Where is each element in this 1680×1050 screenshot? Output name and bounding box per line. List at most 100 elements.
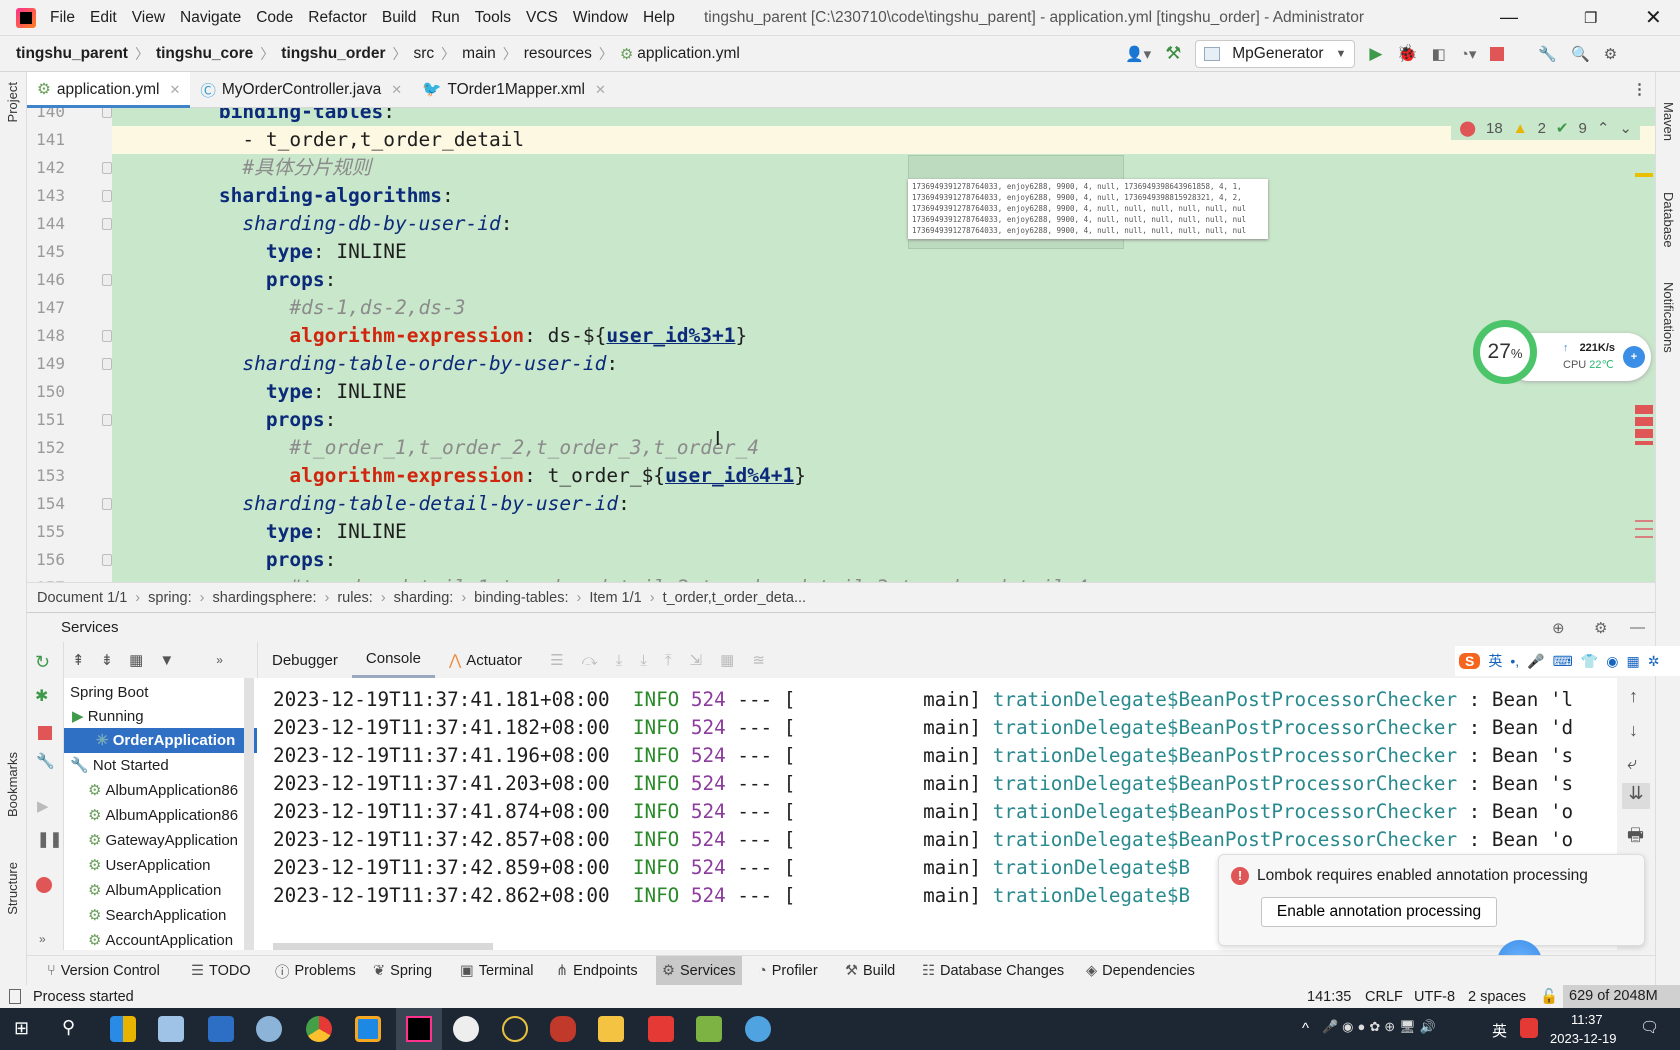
structure-crumb[interactable]: binding-tables: <box>474 590 568 606</box>
app-icon-6[interactable] <box>355 1016 381 1042</box>
gear-icon[interactable]: ⚙ <box>1604 45 1617 63</box>
more-tabs-icon[interactable]: ⋮ <box>1632 80 1647 98</box>
tab-application-yml[interactable]: ⚙ application.yml ✕ <box>27 71 191 108</box>
intellij-logo[interactable] <box>16 7 36 28</box>
tree-app-item[interactable]: ⚙ AlbumApplication86 <box>88 803 238 828</box>
menu-icon[interactable]: ☰ <box>550 651 563 669</box>
tool-window-spring[interactable]: ❦ Spring <box>367 956 438 986</box>
tree-scrollbar[interactable] <box>244 678 254 950</box>
settings-wrench-icon[interactable]: 🔧 <box>1538 45 1557 63</box>
lock-icon[interactable]: 🔓 <box>1540 988 1558 1005</box>
app-icon-9[interactable] <box>502 1016 528 1042</box>
enable-annotation-processing-button[interactable]: Enable annotation processing <box>1261 897 1497 927</box>
build-hammer-icon[interactable]: ⚒ <box>1165 43 1181 64</box>
structure-crumb[interactable]: Document 1/1 <box>37 590 127 606</box>
scroll-to-end-icon[interactable]: ⇊ <box>1622 783 1650 809</box>
fold-marker-icon[interactable] <box>102 162 112 174</box>
structure-crumb[interactable]: shardingsphere: <box>213 590 317 606</box>
clock-date[interactable]: 2023-12-19 <box>1550 1031 1617 1046</box>
console-horizontal-scrollbar[interactable] <box>273 943 493 950</box>
scroll-up-icon[interactable]: ↑ <box>1629 686 1638 707</box>
coverage-icon[interactable]: ◧ <box>1432 45 1446 63</box>
tree-running[interactable]: ▶ Running <box>72 704 144 729</box>
app-icon-14[interactable] <box>745 1016 771 1042</box>
code-line[interactable]: #t_order_detail_1,t_order_detail_2,t_ord… <box>112 574 1655 582</box>
next-highlight-icon[interactable]: ⌄ <box>1619 119 1632 137</box>
user-icon[interactable]: 👤▾ <box>1125 45 1151 63</box>
tab-actuator[interactable]: ⋀ Actuator <box>435 642 536 678</box>
force-step-into-icon[interactable]: ⤓ <box>640 652 647 669</box>
app-icon-2[interactable] <box>158 1016 184 1042</box>
breadcrumb-item[interactable]: tingshu_core <box>156 45 253 63</box>
tab-myordercontroller-java[interactable]: Ⓒ MyOrderController.java ✕ <box>190 72 412 108</box>
bookmarks-tool-button[interactable]: Bookmarks <box>5 752 20 817</box>
close-tab-icon[interactable]: ✕ <box>595 82 606 98</box>
code-line[interactable]: - t_order,t_order_detail <box>112 126 1655 154</box>
tab-debugger[interactable]: Debugger <box>258 642 352 678</box>
intellij-taskbar-icon[interactable] <box>396 1008 442 1050</box>
tree-app-item[interactable]: ⚙ AlbumApplication <box>88 878 221 903</box>
tray-ime-language[interactable]: 英 <box>1492 1020 1507 1041</box>
fold-marker-icon[interactable] <box>102 330 112 342</box>
structure-crumb[interactable]: spring: <box>148 590 192 606</box>
run-config-select[interactable]: MpGenerator ▼ <box>1195 39 1356 68</box>
chrome-icon[interactable] <box>306 1016 332 1042</box>
soft-wrap-icon[interactable]: ⤶ <box>1627 753 1637 774</box>
target-icon[interactable]: ⊕ <box>1552 619 1565 637</box>
notifications-tool-button[interactable]: Notifications <box>1661 282 1676 353</box>
tree-app-item[interactable]: ⚙ AlbumApplication86 <box>88 778 238 803</box>
menu-edit[interactable]: Edit <box>90 9 117 27</box>
tool-window-todo[interactable]: ☰ TODO <box>185 956 257 986</box>
wechat-icon[interactable] <box>453 1016 479 1042</box>
code-line[interactable]: #t_order_1,t_order_2,t_order_3,t_order_4 <box>112 434 1655 462</box>
fold-marker-icon[interactable] <box>102 218 112 230</box>
menu-refactor[interactable]: Refactor <box>308 9 367 27</box>
memory-indicator[interactable]: 629 of 2048M <box>1563 985 1680 1008</box>
breakpoints-icon[interactable] <box>36 877 52 893</box>
scroll-down-icon[interactable]: ↓ <box>1629 720 1638 741</box>
tool-window-database-changes[interactable]: ☷ Database Changes <box>916 956 1070 986</box>
maven-tool-button[interactable]: Maven <box>1661 102 1676 141</box>
inspection-widget[interactable]: ⬤ 18 ▲ 2 ✔ 9 ⌃ ⌄ <box>1451 116 1640 140</box>
app-icon-10[interactable] <box>550 1016 576 1042</box>
file-encoding[interactable]: UTF-8 <box>1414 989 1455 1005</box>
close-tab-icon[interactable]: ✕ <box>391 82 402 98</box>
tray-expand-icon[interactable]: ^ <box>1302 1020 1309 1037</box>
tree-app-item[interactable]: ⚙ UserApplication <box>88 853 211 878</box>
fold-marker-icon[interactable] <box>102 274 112 286</box>
stop-icon[interactable] <box>1490 46 1505 61</box>
indent-setting[interactable]: 2 spaces <box>1468 989 1526 1005</box>
trace-icon[interactable]: ≊ <box>752 651 765 669</box>
project-tool-button[interactable]: Project <box>5 82 20 122</box>
menu-help[interactable]: Help <box>643 9 675 27</box>
profile-icon[interactable]: ◔▾ <box>1460 45 1477 63</box>
menu-vcs[interactable]: VCS <box>526 9 558 27</box>
print-icon[interactable]: 🖶 <box>1627 823 1644 853</box>
menu-view[interactable]: View <box>132 9 165 27</box>
evaluate-icon[interactable]: ▦ <box>720 651 734 669</box>
stop-icon[interactable] <box>38 726 52 740</box>
hide-icon[interactable]: — <box>1630 619 1645 636</box>
code-line[interactable]: algorithm-expression: t_order_${user_id%… <box>112 462 1655 490</box>
fold-marker-icon[interactable] <box>102 554 112 566</box>
notification-center-icon[interactable]: 🗨 <box>1640 1018 1659 1036</box>
structure-crumb[interactable]: Item 1/1 <box>589 590 641 606</box>
tray-icons[interactable]: 🎤◉●✿⊕🖥🔊 <box>1322 1019 1440 1035</box>
minimize-button[interactable]: — <box>1500 7 1518 28</box>
start-icon[interactable]: ⊞ <box>14 1018 29 1039</box>
structure-tool-button[interactable]: Structure <box>5 862 20 915</box>
code-line[interactable]: sharding-db-by-user-id: <box>112 210 1655 238</box>
code-line[interactable]: props: <box>112 406 1655 434</box>
structure-crumb[interactable]: rules: <box>337 590 372 606</box>
warning-stripe-marker[interactable] <box>1635 173 1653 177</box>
fold-marker-icon[interactable] <box>102 358 112 370</box>
code-line[interactable]: binding-tables: <box>112 108 1655 126</box>
code-line[interactable]: type: INLINE <box>112 518 1655 546</box>
code-line[interactable]: #ds-1,ds-2,ds-3 <box>112 294 1655 322</box>
tool-window-problems[interactable]: ⓘ Problems <box>269 956 362 986</box>
tree-app-item[interactable]: ⚙ AccountApplication <box>88 928 233 950</box>
tool-window-build[interactable]: ⚒ Build <box>839 956 901 986</box>
group-icon[interactable]: ▦ <box>129 651 143 669</box>
run-to-cursor-icon[interactable]: ⇲ <box>690 651 703 669</box>
structure-crumb[interactable]: sharding: <box>394 590 454 606</box>
